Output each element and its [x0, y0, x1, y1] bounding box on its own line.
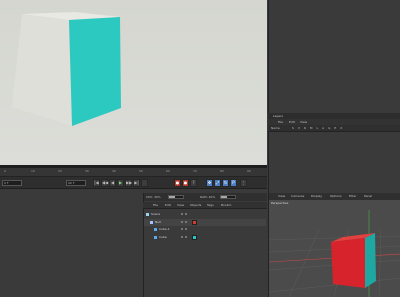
vp-menu-options[interactable]: Options — [330, 194, 342, 198]
object-name[interactable]: Null — [155, 219, 161, 226]
scale-key-button[interactable]: ⤢ — [214, 179, 221, 187]
object-manager-menu: File Edit View Objects Tags Bookm — [143, 202, 267, 209]
timeline-tick: 90 — [247, 169, 251, 173]
cube-side-face — [69, 17, 121, 126]
vp-menu-panel[interactable]: Panel — [364, 194, 372, 198]
layers-name-column: Name — [271, 126, 280, 130]
cpu-ram-meters: CPU: 40% RAM: 40% — [143, 193, 267, 201]
perspective-viewport[interactable] — [268, 200, 400, 297]
om-menu-bookmarks[interactable]: Bookm — [221, 203, 231, 207]
rotation-key-button[interactable]: ↻ — [222, 179, 229, 187]
object-row[interactable]: Cube.1 — [144, 226, 266, 233]
render-visibility-dot[interactable] — [185, 235, 187, 238]
cube-render — [0, 0, 267, 165]
editor-visibility-dot[interactable] — [181, 213, 183, 215]
timeline-tick: 10 — [31, 169, 35, 173]
material-tag-icon[interactable] — [192, 234, 197, 240]
timeline-tick: 60 — [166, 169, 170, 173]
layers-header: Name S V R M L A G E X — [268, 125, 400, 132]
layers-menu-file[interactable]: File — [278, 120, 283, 124]
ram-label: RAM: 40% — [200, 195, 216, 199]
object-type-icon — [150, 220, 153, 224]
autokey-button[interactable]: ● — [182, 179, 189, 187]
editor-visibility-dot[interactable] — [181, 220, 183, 223]
render-visibility-dot[interactable] — [185, 213, 187, 215]
cpu-meter-fill — [169, 196, 175, 198]
point-level-button[interactable]: ⋮ — [240, 179, 247, 187]
prev-frame-button[interactable]: ◀ — [109, 179, 116, 187]
material-manager-panel — [0, 190, 143, 297]
perspective-render — [269, 200, 400, 297]
om-menu-view[interactable]: View — [177, 203, 184, 207]
vp-menu-cameras[interactable]: Cameras — [291, 194, 304, 198]
editor-visibility-dot[interactable] — [181, 228, 183, 230]
prev-key-button[interactable]: ◀◀ — [101, 179, 108, 187]
timeline-tick: 80 — [220, 169, 224, 173]
om-menu-objects[interactable]: Objects — [190, 203, 201, 207]
viewport-camera-label: Perspective — [271, 201, 289, 205]
parameter-key-button[interactable]: P — [230, 179, 237, 187]
vp-menu-display[interactable]: Display — [311, 194, 322, 198]
next-key-button[interactable]: ▶▶ — [125, 179, 132, 187]
material-tag-icon[interactable] — [192, 219, 197, 225]
end-frame-field[interactable]: 90 F — [66, 180, 86, 186]
attributes-panel — [268, 0, 400, 113]
timeline-ruler[interactable]: 0 10 20 30 40 50 60 70 80 90 — [0, 168, 267, 177]
layers-flag-columns: S V R M L A G E X — [292, 126, 344, 130]
cube-front-face — [12, 14, 72, 126]
render-visibility-dot[interactable] — [185, 228, 187, 230]
perspective-viewport-menu: View Cameras Display Options Filter Pane… — [268, 193, 400, 200]
object-row[interactable]: Null — [144, 218, 266, 226]
vp-menu-filter[interactable]: Filter — [349, 194, 356, 198]
render-visibility-dot[interactable] — [185, 220, 187, 223]
cube-front-face — [331, 238, 365, 288]
start-frame-field[interactable]: 0 F — [2, 180, 22, 186]
main-viewport[interactable] — [0, 0, 267, 165]
object-type-icon — [154, 228, 157, 231]
transport-bar: 0 F 90 F |◀ ◀◀ ◀ ▶ ▶▶ ▶| ● ● ? ✥ ⤢ ↻ P ⋮ — [0, 177, 267, 189]
om-menu-file[interactable]: File — [153, 203, 158, 207]
timeline-tick: 0 — [4, 169, 6, 173]
object-type-icon — [146, 213, 149, 216]
cpu-label: CPU: 40% — [146, 195, 161, 199]
timeline-tick: 50 — [139, 169, 143, 173]
object-type-icon — [154, 235, 157, 239]
object-row[interactable]: Scene — [144, 211, 266, 218]
keyframe-selection-button[interactable]: ? — [190, 179, 197, 187]
object-row[interactable]: Cube — [144, 234, 266, 241]
ram-meter — [220, 195, 236, 199]
play-button[interactable]: ▶ — [117, 179, 124, 187]
timeline-tick: 30 — [85, 169, 89, 173]
object-name[interactable]: Cube — [159, 234, 167, 241]
go-to-start-button[interactable]: |◀ — [93, 179, 100, 187]
loop-button[interactable] — [141, 179, 148, 187]
timeline-tick: 70 — [193, 169, 197, 173]
object-name[interactable]: Cube.1 — [159, 226, 170, 233]
timeline-tick: 20 — [58, 169, 62, 173]
timeline-tick: 40 — [112, 169, 116, 173]
ram-meter-fill — [221, 196, 227, 198]
record-button[interactable]: ● — [174, 179, 181, 187]
editor-visibility-dot[interactable] — [181, 235, 183, 238]
layers-menu-view[interactable]: View — [300, 120, 307, 124]
layers-menu-edit[interactable]: Edit — [289, 120, 295, 124]
om-menu-edit[interactable]: Edit — [165, 203, 171, 207]
go-to-end-button[interactable]: ▶| — [133, 179, 140, 187]
position-key-button[interactable]: ✥ — [206, 179, 213, 187]
om-menu-tags[interactable]: Tags — [207, 203, 214, 207]
object-name[interactable]: Scene — [151, 211, 160, 218]
cpu-meter — [168, 195, 184, 199]
cube-side-face — [365, 233, 376, 288]
vp-menu-view[interactable]: View — [278, 194, 285, 198]
